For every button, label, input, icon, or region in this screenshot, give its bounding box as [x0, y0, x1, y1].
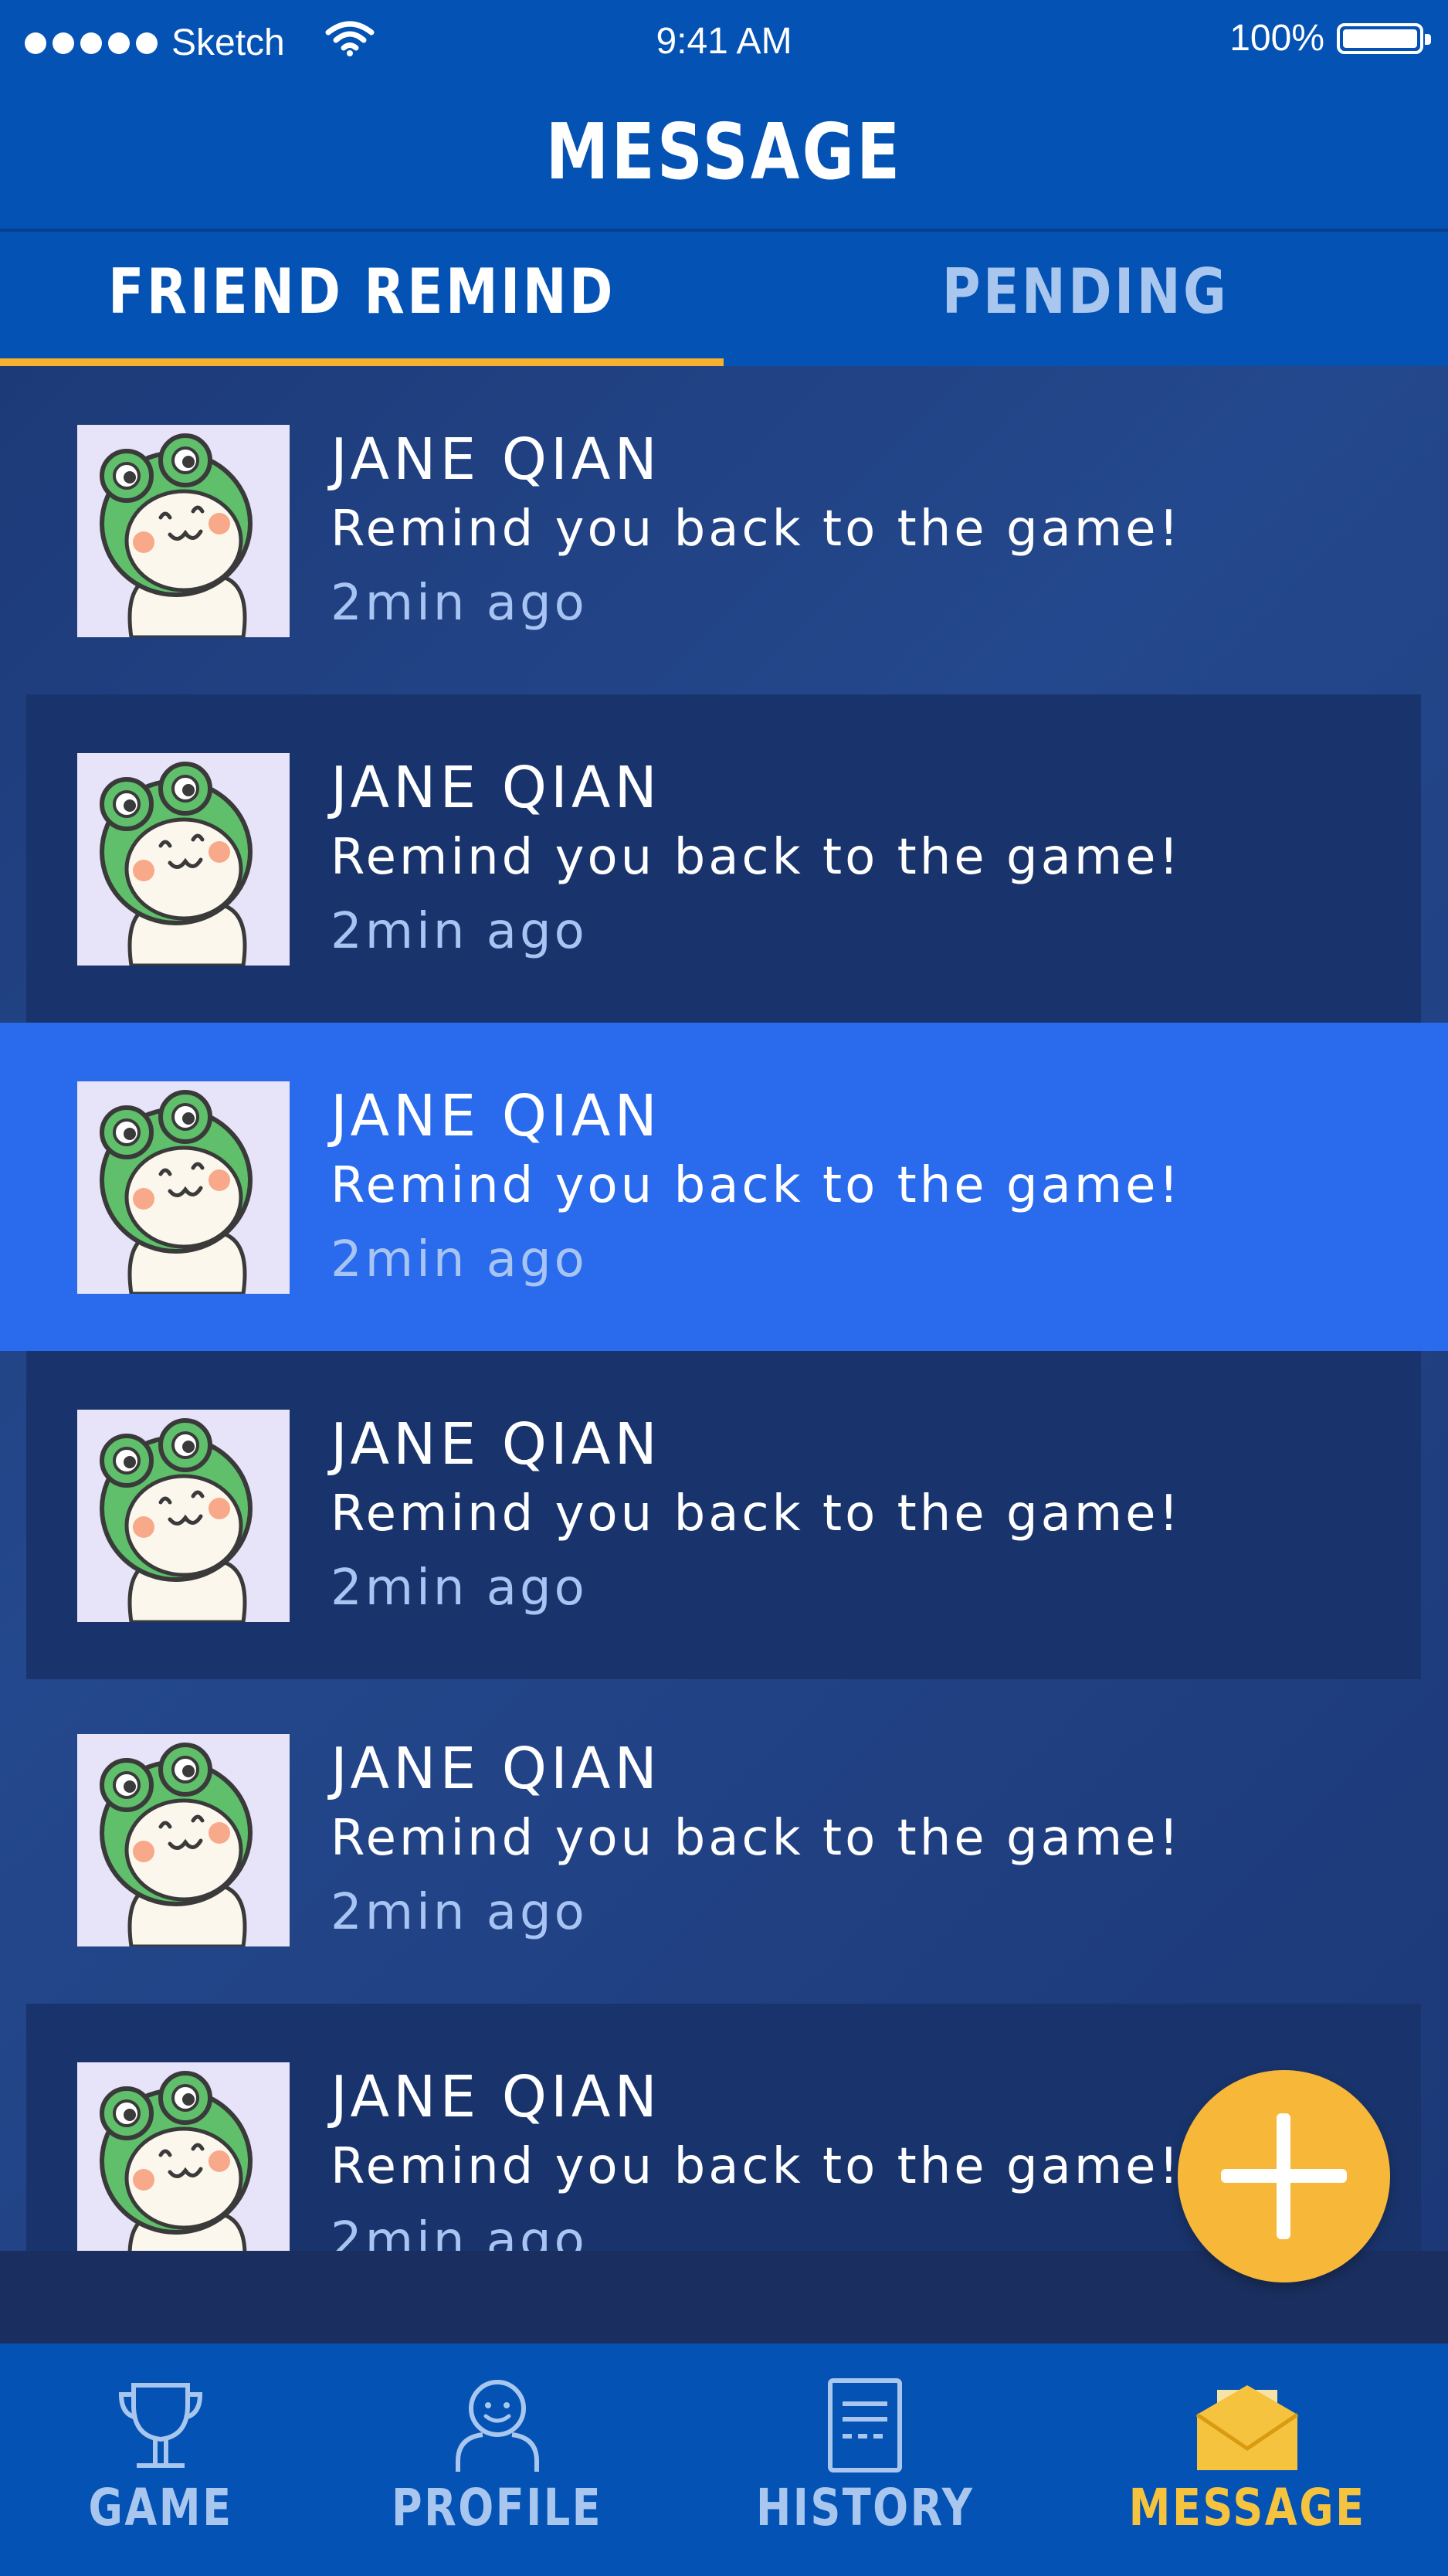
status-right: 100%: [1229, 17, 1431, 59]
message-text: Remind you back to the game!: [331, 1157, 1182, 1214]
avatar: [77, 425, 290, 637]
nav-history[interactable]: HISTORY: [710, 2344, 1019, 2576]
nav-label: HISTORY: [755, 2478, 975, 2537]
tab-bar: FRIEND REMIND PENDING: [0, 232, 1448, 366]
message-time: 2min ago: [331, 1884, 588, 1941]
avatar: [77, 1734, 290, 1946]
message-text: Remind you back to the game!: [331, 1485, 1182, 1543]
bottom-nav: GAME PROFILE HISTORY MESSAGE: [0, 2344, 1448, 2576]
nav-game[interactable]: GAME: [6, 2344, 315, 2576]
avatar: [77, 753, 290, 966]
sender-name: JANE QIAN: [331, 1411, 661, 1478]
trophy-icon: [118, 2383, 203, 2468]
tab-label: FRIEND REMIND: [108, 255, 615, 328]
avatar: [77, 1410, 290, 1622]
avatar: [77, 2062, 290, 2251]
add-button[interactable]: [1178, 2070, 1390, 2282]
nav-label: PROFILE: [392, 2478, 603, 2537]
message-time: 2min ago: [331, 2212, 588, 2251]
nav-profile[interactable]: PROFILE: [343, 2344, 652, 2576]
message-time: 2min ago: [331, 575, 588, 632]
sender-name: JANE QIAN: [331, 2064, 661, 2130]
active-tab-indicator: [0, 358, 724, 366]
message-row[interactable]: JANE QIAN Remind you back to the game! 2…: [0, 366, 1448, 694]
status-bar: Sketch 9:41 AM 100%: [0, 0, 1448, 83]
tab-label: PENDING: [941, 255, 1229, 328]
tab-pending[interactable]: PENDING: [724, 232, 1447, 366]
sender-name: JANE QIAN: [331, 755, 661, 821]
person-icon: [456, 2380, 539, 2472]
tab-friend-remind[interactable]: FRIEND REMIND: [0, 232, 724, 366]
message-time: 2min ago: [331, 1560, 588, 1617]
message-row[interactable]: JANE QIAN Remind you back to the game! 2…: [26, 694, 1421, 1023]
message-text: Remind you back to the game!: [331, 829, 1182, 886]
message-text: Remind you back to the game!: [331, 1810, 1182, 1867]
sender-name: JANE QIAN: [331, 426, 661, 493]
message-list[interactable]: JANE QIAN Remind you back to the game! 2…: [0, 366, 1448, 2251]
battery-percentage: 100%: [1229, 18, 1324, 59]
message-row-selected[interactable]: JANE QIAN Remind you back to the game! 2…: [0, 1023, 1448, 1351]
envelope-icon: [1195, 2385, 1299, 2470]
message-text: Remind you back to the game!: [331, 501, 1182, 558]
page-header: MESSAGE: [0, 83, 1448, 232]
nav-label: MESSAGE: [1128, 2478, 1366, 2537]
battery-icon: [1337, 22, 1431, 54]
nav-label: GAME: [88, 2478, 233, 2537]
nav-message[interactable]: MESSAGE: [1093, 2344, 1402, 2576]
message-row[interactable]: JANE QIAN Remind you back to the game! 2…: [0, 1675, 1448, 2004]
page-title: MESSAGE: [545, 106, 903, 197]
sender-name: JANE QIAN: [331, 1736, 661, 1802]
message-row[interactable]: JANE QIAN Remind you back to the game! 2…: [26, 1351, 1421, 1679]
message-text: Remind you back to the game!: [331, 2138, 1182, 2195]
message-time: 2min ago: [331, 903, 588, 960]
sender-name: JANE QIAN: [331, 1083, 661, 1149]
document-icon: [828, 2378, 902, 2472]
message-time: 2min ago: [331, 1231, 588, 1288]
avatar: [77, 1081, 290, 1294]
